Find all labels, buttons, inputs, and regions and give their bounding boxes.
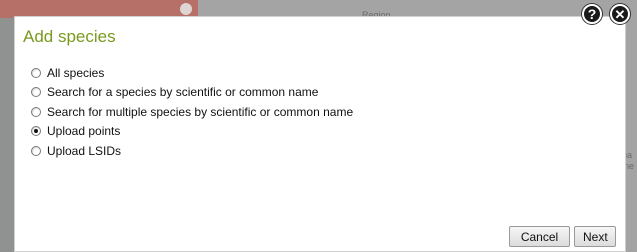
- help-icon[interactable]: ?: [582, 4, 602, 24]
- radio-all-species[interactable]: [31, 67, 41, 78]
- species-option-list: All species Search for a species by scie…: [31, 63, 353, 161]
- radio-upload-lsids[interactable]: [31, 145, 41, 156]
- radio-upload-points[interactable]: [31, 126, 41, 137]
- add-species-dialog: Add species All species Search for a spe…: [14, 16, 626, 252]
- cancel-button[interactable]: Cancel: [509, 226, 570, 247]
- option-label: Search for a species by scientific or co…: [47, 85, 319, 100]
- background-close-icon: [180, 3, 192, 15]
- option-label: Search for multiple species by scientifi…: [47, 104, 354, 119]
- next-button[interactable]: Next: [574, 226, 616, 247]
- option-label: All species: [47, 65, 105, 80]
- radio-search-species[interactable]: [31, 87, 41, 98]
- option-upload-lsids[interactable]: Upload LSIDs: [31, 141, 353, 161]
- option-search-multiple-species[interactable]: Search for multiple species by scientifi…: [31, 102, 353, 122]
- option-label: Upload LSIDs: [47, 143, 122, 158]
- option-all-species[interactable]: All species: [31, 63, 353, 83]
- radio-search-multiple-species[interactable]: [31, 106, 41, 117]
- option-label: Upload points: [47, 124, 121, 139]
- dialog-title: Add species: [23, 27, 116, 46]
- option-search-species[interactable]: Search for a species by scientific or co…: [31, 83, 353, 103]
- close-icon[interactable]: ✕: [610, 4, 630, 24]
- option-upload-points[interactable]: Upload points: [31, 122, 353, 142]
